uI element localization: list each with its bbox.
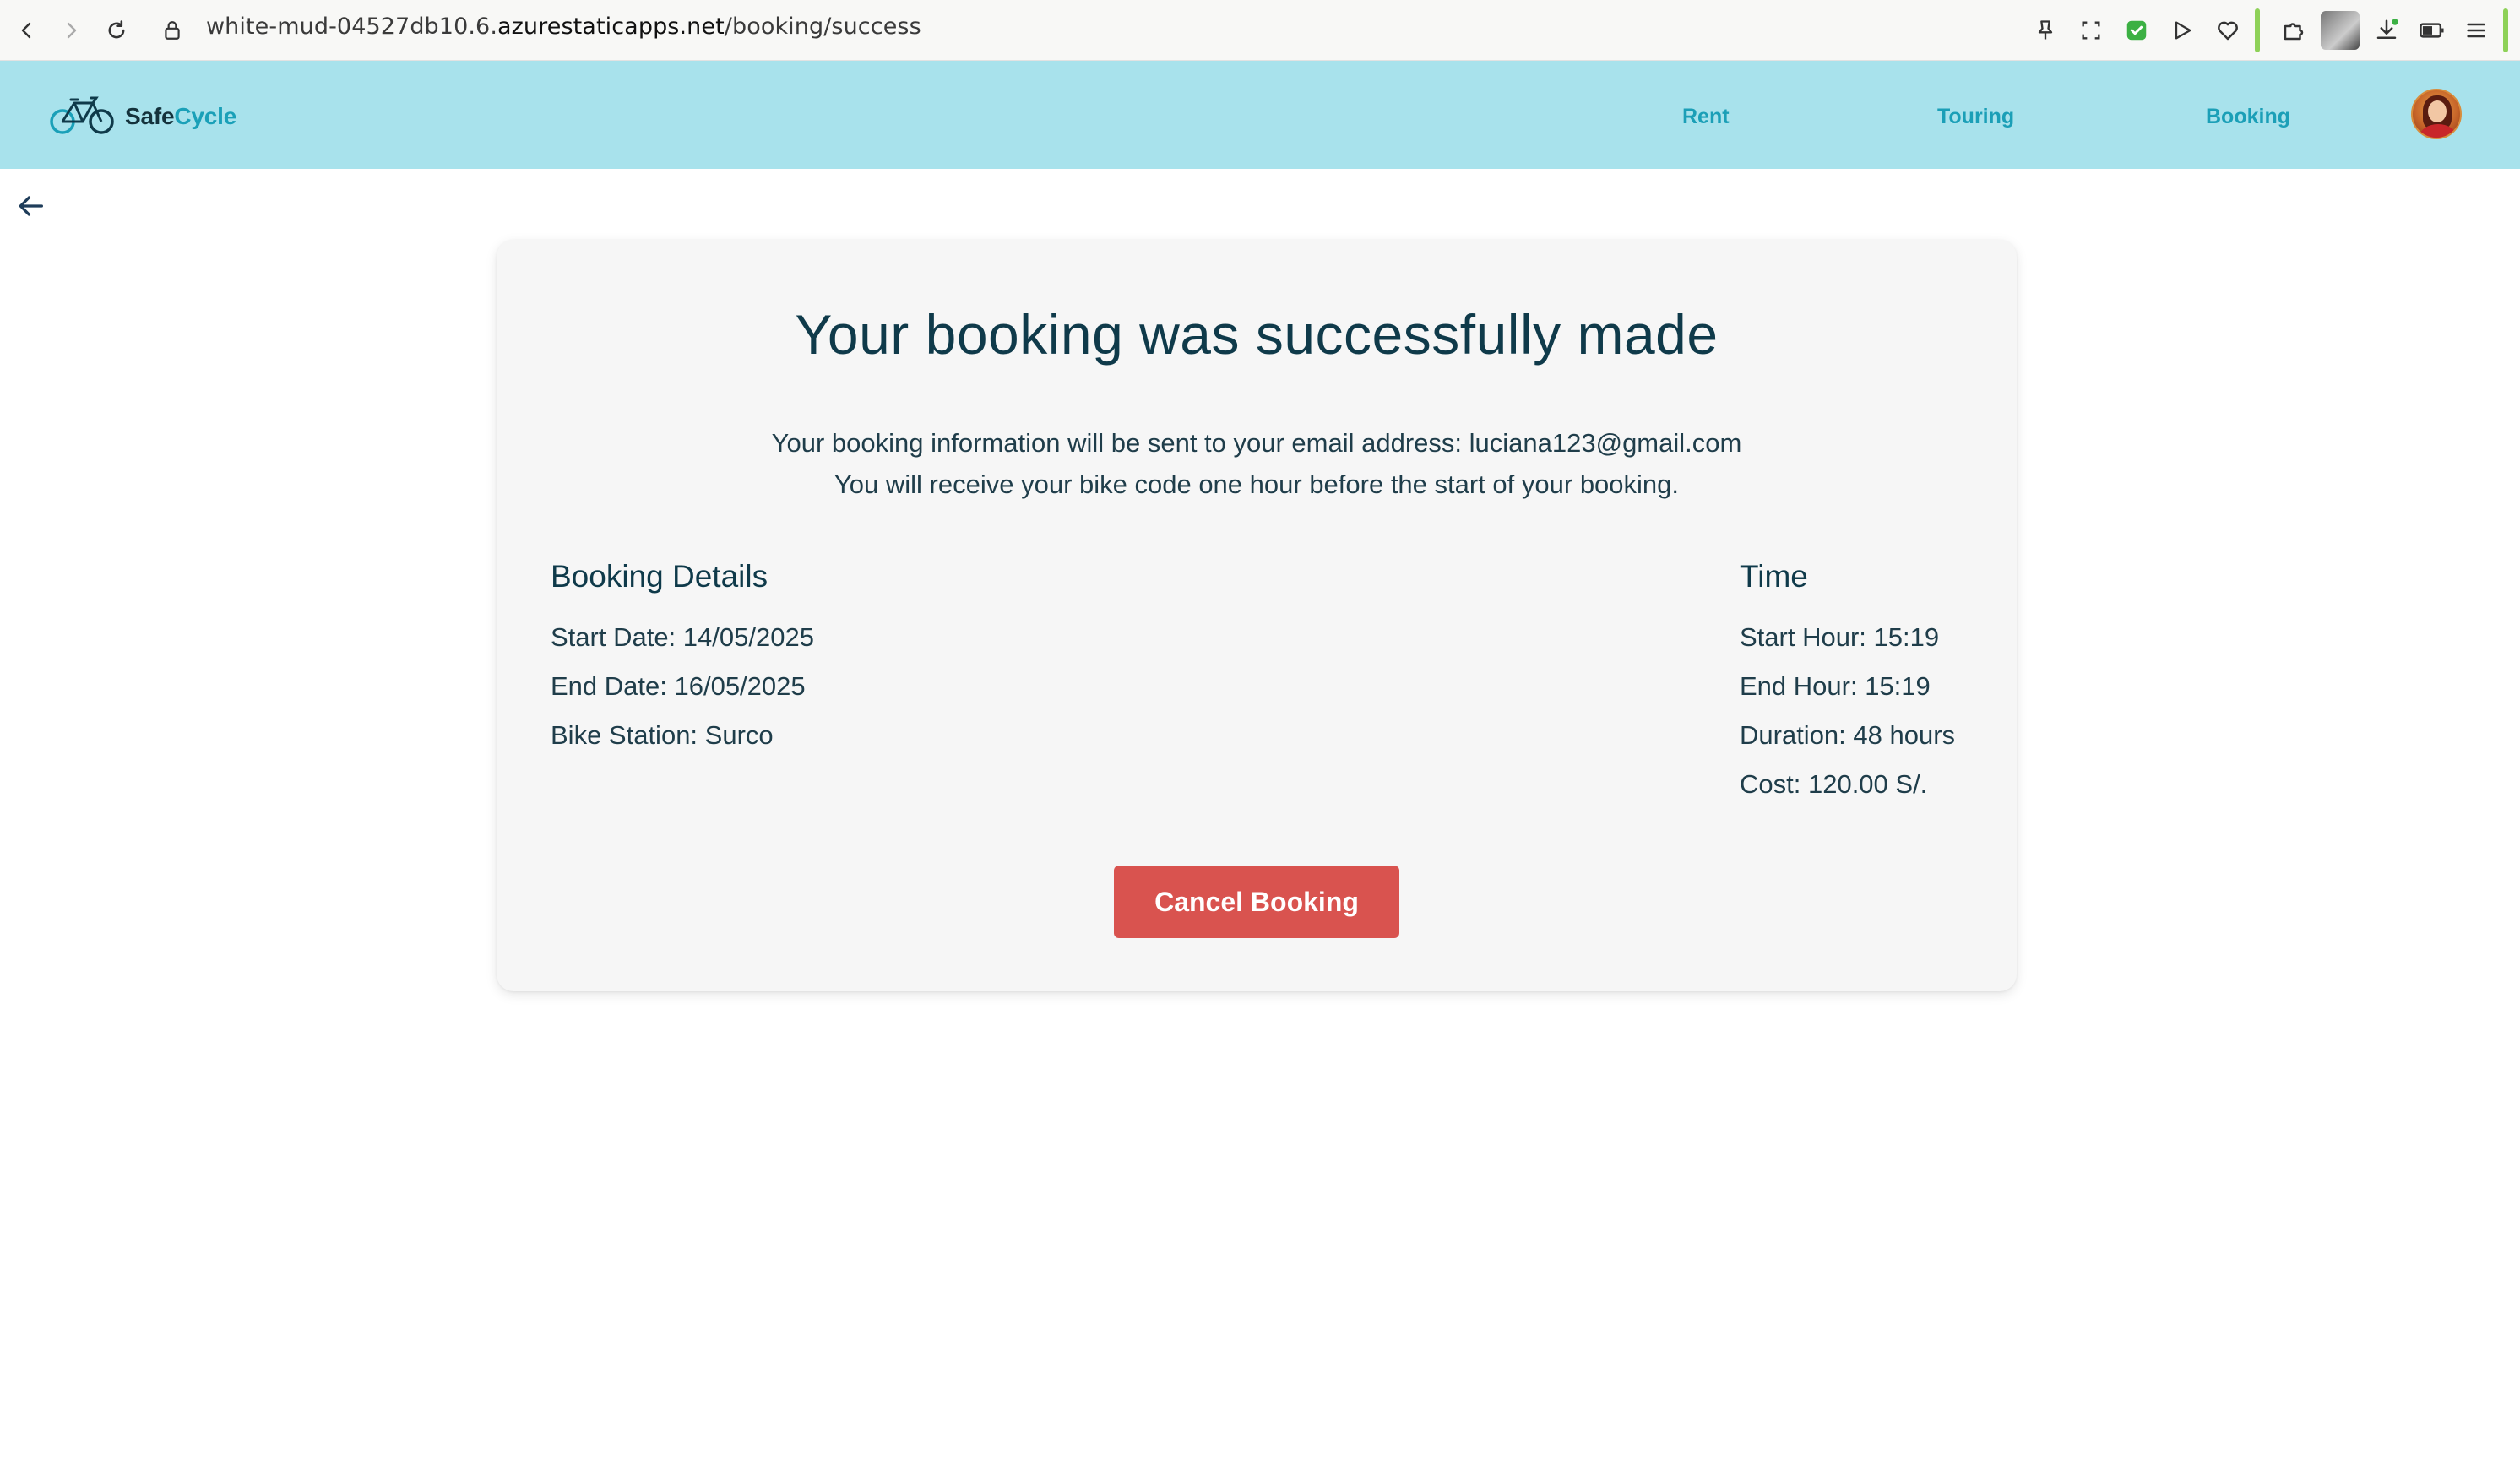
nav-link-rent[interactable]: Rent	[1682, 105, 1730, 129]
logo-text-main: Safe	[125, 102, 175, 129]
heart-icon[interactable]	[2213, 15, 2243, 46]
info-bike-code-line: You will receive your bike code one hour…	[834, 469, 1680, 499]
duration: Duration: 48 hours	[1740, 720, 1956, 750]
url-path: /booking/success	[724, 14, 921, 40]
cancel-booking-button[interactable]: Cancel Booking	[1114, 866, 1399, 938]
browser-back-icon[interactable]	[8, 12, 46, 49]
play-icon[interactable]	[2167, 15, 2197, 46]
url-host: azurestaticapps.net	[497, 14, 725, 40]
shield-check-icon[interactable]	[2121, 15, 2152, 46]
logo-text: SafeCycle	[125, 103, 236, 130]
pin-icon[interactable]	[2030, 15, 2061, 46]
puzzle-icon[interactable]	[2278, 15, 2309, 46]
app-logo[interactable]: SafeCycle	[49, 91, 236, 141]
profile-icon[interactable]	[2321, 11, 2360, 50]
page-title: Your booking was successfully made	[795, 303, 1719, 366]
reload-icon[interactable]	[98, 12, 135, 49]
download-icon[interactable]	[2371, 15, 2402, 46]
logo-text-accent: Cycle	[174, 102, 237, 129]
booking-success-card: Your booking was successfully made Your …	[497, 240, 2017, 991]
screenshot-icon[interactable]	[2076, 15, 2106, 46]
back-arrow-icon[interactable]	[14, 189, 47, 223]
time-heading: Time	[1740, 559, 1808, 594]
avatar[interactable]	[2411, 89, 2462, 139]
end-hour: End Hour: 15:19	[1740, 671, 1931, 701]
time-section: Time Start Hour: 15:19 End Hour: 15:19 D…	[1740, 559, 1955, 809]
browser-toolbar: white-mud-04527db10.6.azurestaticapps.ne…	[0, 0, 2520, 61]
address-bar[interactable]: white-mud-04527db10.6.azurestaticapps.ne…	[206, 14, 921, 40]
url-prefix: white-mud-04527db10.6.	[206, 14, 497, 40]
toolbar-divider	[2255, 8, 2260, 52]
booking-details-heading: Booking Details	[551, 559, 768, 594]
booking-info-text: Your booking information will be sent to…	[497, 422, 2017, 505]
nav-link-touring[interactable]: Touring	[1937, 105, 2014, 129]
battery-icon[interactable]	[2417, 15, 2447, 46]
browser-forward-icon[interactable]	[52, 12, 90, 49]
lock-icon[interactable]	[154, 12, 191, 49]
app-navbar: SafeCycle Rent Touring Booking	[0, 61, 2520, 169]
info-email-line: Your booking information will be sent to…	[771, 428, 1742, 458]
bike-station: Bike Station: Surco	[551, 720, 774, 750]
end-date: End Date: 16/05/2025	[551, 671, 806, 701]
booking-details-section: Booking Details Start Date: 14/05/2025 E…	[551, 559, 814, 760]
toolbar-divider-right	[2503, 8, 2508, 52]
start-hour: Start Hour: 15:19	[1740, 622, 1940, 652]
cost: Cost: 120.00 S/.	[1740, 769, 1928, 799]
bicycle-logo-icon	[49, 91, 117, 141]
menu-icon[interactable]	[2461, 15, 2491, 46]
start-date: Start Date: 14/05/2025	[551, 622, 814, 652]
nav-link-booking[interactable]: Booking	[2206, 105, 2290, 129]
